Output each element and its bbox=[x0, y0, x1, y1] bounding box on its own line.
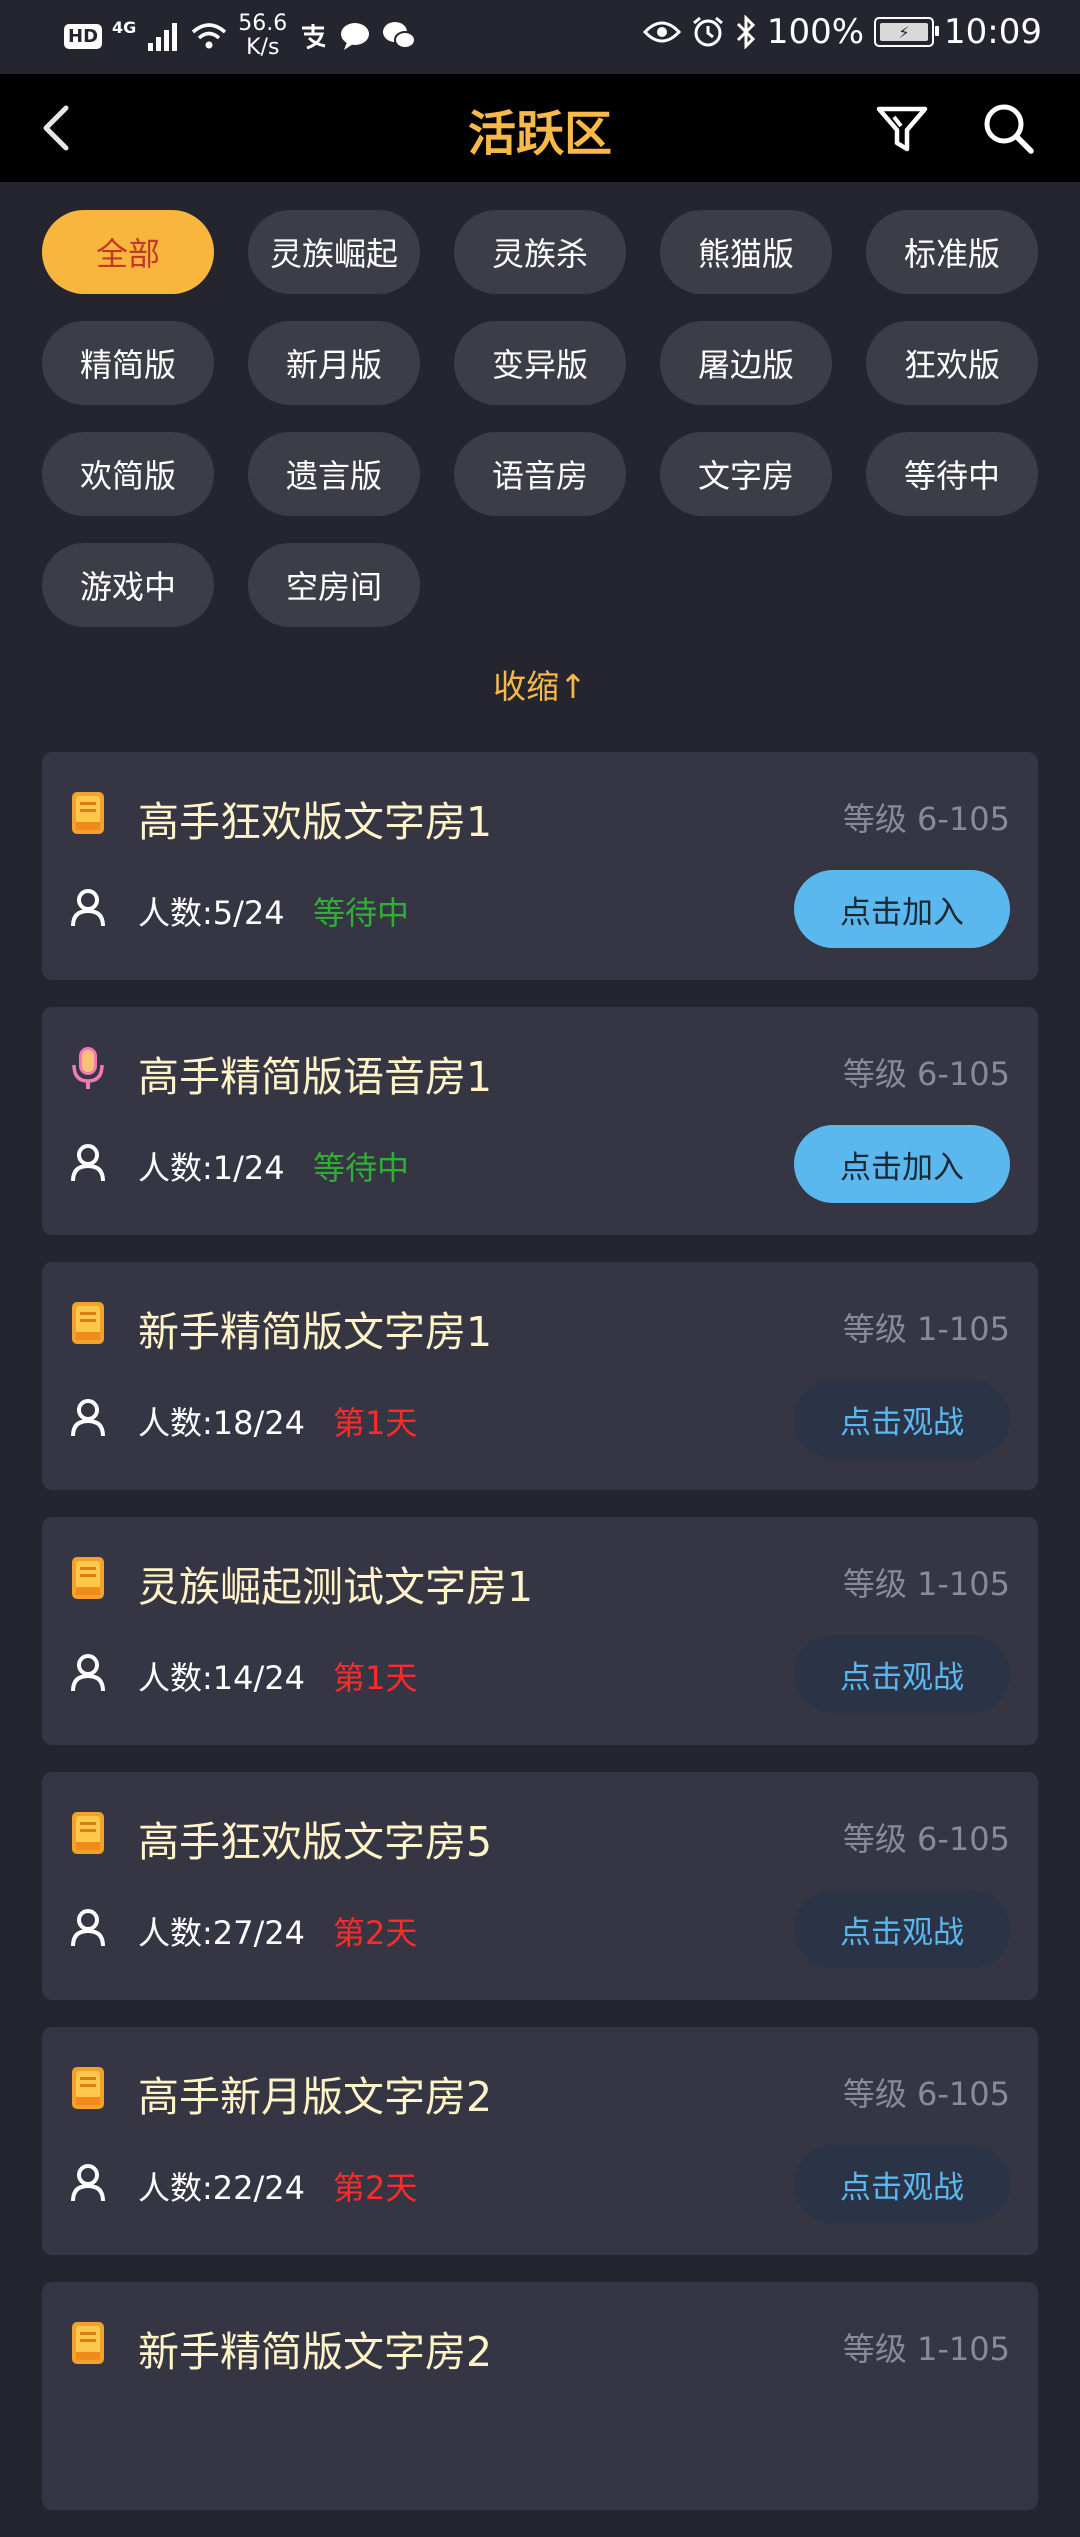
filter-chip[interactable]: 狂欢版 bbox=[866, 321, 1038, 405]
room-player-count: 人数:18/24 bbox=[138, 1404, 306, 1442]
room-title: 高手精简版语音房1 bbox=[138, 1053, 493, 1101]
room-player-count: 人数:14/24 bbox=[138, 1659, 306, 1697]
status-left: HD 4G 56.6 K/s bbox=[64, 12, 417, 60]
room-status: 第1天 bbox=[333, 1404, 418, 1442]
filter-chip[interactable]: 遗言版 bbox=[248, 432, 420, 516]
room-card[interactable]: 高手精简版语音房1 等级 6-105 人数:1/24 等待中 点击加入 bbox=[42, 1007, 1038, 1235]
room-level: 等级 6-105 bbox=[842, 1055, 1010, 1093]
room-title: 新手精简版文字房2 bbox=[138, 2328, 493, 2376]
text-room-icon bbox=[72, 2322, 104, 2364]
room-player-count: 人数:27/24 bbox=[138, 1914, 306, 1952]
user-icon bbox=[71, 889, 105, 927]
text-room-icon bbox=[72, 1302, 104, 1344]
room-player-count: 人数:1/24 bbox=[138, 1149, 285, 1187]
watch-room-button[interactable]: 点击观战 bbox=[794, 1635, 1010, 1713]
room-title: 新手精简版文字房1 bbox=[138, 1308, 493, 1356]
battery-icon: ⚡ bbox=[874, 17, 940, 47]
bluetooth-icon bbox=[736, 15, 755, 49]
room-player-count: 人数:22/24 bbox=[138, 2169, 306, 2207]
room-list: 高手狂欢版文字房1 等级 6-105 人数:5/24 等待中 点击加入 高手精简版语音房1… bbox=[42, 752, 1038, 2537]
search-icon[interactable] bbox=[980, 100, 1036, 156]
text-room-icon bbox=[72, 1812, 104, 1854]
filter-chip[interactable]: 屠边版 bbox=[660, 321, 832, 405]
room-status: 第2天 bbox=[333, 1914, 418, 1952]
filter-chip-grid: 全部 灵族崛起 灵族杀 熊猫版 标准版精简版 新月版 变异版 屠边版 狂欢版欢简版 遗言版 语音房文… bbox=[42, 210, 1042, 627]
room-level: 等级 1-105 bbox=[842, 2330, 1010, 2368]
filter-chip[interactable]: 灵族杀 bbox=[454, 210, 626, 294]
user-icon bbox=[71, 1654, 105, 1692]
room-player-count: 人数:5/24 bbox=[138, 894, 285, 932]
room-status: 等待中 bbox=[313, 894, 410, 932]
watch-room-button[interactable]: 点击观战 bbox=[794, 1380, 1010, 1458]
room-status: 等待中 bbox=[313, 1149, 410, 1187]
filter-chip[interactable]: 变异版 bbox=[454, 321, 626, 405]
user-icon bbox=[71, 1144, 105, 1182]
room-level: 等级 6-105 bbox=[842, 800, 1010, 838]
status-bar: HD 4G 56.6 K/s 100% ⚡ 10:09 bbox=[0, 0, 1080, 74]
wechat-icon bbox=[383, 22, 417, 49]
filter-chip[interactable]: 语音房 bbox=[454, 432, 626, 516]
room-card[interactable]: 高手狂欢版文字房1 等级 6-105 人数:5/24 等待中 点击加入 bbox=[42, 752, 1038, 980]
app-header: 活跃区 bbox=[0, 74, 1080, 182]
filter-chip[interactable]: 熊猫版 bbox=[660, 210, 832, 294]
join-room-button[interactable]: 点击加入 bbox=[794, 870, 1010, 948]
room-card[interactable]: 灵族崛起测试文字房1 等级 1-105 人数:14/24 第1天 点击观战 bbox=[42, 1517, 1038, 1745]
join-room-button[interactable]: 点击加入 bbox=[794, 1125, 1010, 1203]
watch-room-button[interactable]: 点击观战 bbox=[794, 2145, 1010, 2223]
room-card[interactable]: 高手新月版文字房2 等级 6-105 人数:22/24 第2天 点击观战 bbox=[42, 2027, 1038, 2255]
room-level: 等级 1-105 bbox=[842, 1310, 1010, 1348]
network-speed: 56.6 K/s bbox=[238, 12, 287, 60]
room-level: 等级 1-105 bbox=[842, 1565, 1010, 1603]
filter-chip[interactable]: 精简版 bbox=[42, 321, 214, 405]
room-title: 高手新月版文字房2 bbox=[138, 2073, 493, 2121]
filter-chip[interactable]: 新月版 bbox=[248, 321, 420, 405]
network-type: 4G bbox=[112, 17, 137, 37]
filter-chip[interactable]: 欢简版 bbox=[42, 432, 214, 516]
room-title: 灵族崛起测试文字房1 bbox=[138, 1563, 534, 1611]
clock: 10:09 bbox=[944, 12, 1042, 52]
filter-chip[interactable]: 全部 bbox=[42, 210, 214, 294]
room-card[interactable]: 高手狂欢版文字房5 等级 6-105 人数:27/24 第2天 点击观战 bbox=[42, 1772, 1038, 2000]
filter-chip[interactable]: 标准版 bbox=[866, 210, 1038, 294]
room-level: 等级 6-105 bbox=[842, 1820, 1010, 1858]
user-icon bbox=[71, 1909, 105, 1947]
collapse-filters-button[interactable]: 收缩↑ bbox=[0, 660, 1080, 708]
voice-room-icon bbox=[72, 1047, 104, 1089]
message-icon bbox=[341, 23, 370, 50]
alarm-icon bbox=[692, 16, 723, 47]
room-title: 高手狂欢版文字房1 bbox=[138, 798, 493, 846]
filter-chip[interactable]: 文字房 bbox=[660, 432, 832, 516]
filter-icon[interactable] bbox=[874, 100, 930, 156]
wifi-icon bbox=[192, 23, 227, 49]
filter-chip[interactable]: 灵族崛起 bbox=[248, 210, 420, 294]
text-room-icon bbox=[72, 1557, 104, 1599]
text-room-icon bbox=[72, 2067, 104, 2109]
battery-percent: 100% bbox=[766, 12, 865, 52]
watch-room-button[interactable]: 点击观战 bbox=[794, 1890, 1010, 1968]
status-right: 100% ⚡ 10:09 bbox=[642, 12, 1042, 52]
alipay-icon bbox=[302, 24, 326, 50]
room-status: 第1天 bbox=[333, 1659, 418, 1697]
room-level: 等级 6-105 bbox=[842, 2075, 1010, 2113]
speed-unit: K/s bbox=[246, 35, 280, 60]
user-icon bbox=[71, 2164, 105, 2202]
room-card[interactable]: 新手精简版文字房1 等级 1-105 人数:18/24 第1天 点击观战 bbox=[42, 1262, 1038, 1490]
text-room-icon bbox=[72, 792, 104, 834]
filter-chip[interactable]: 等待中 bbox=[866, 432, 1038, 516]
room-status: 第2天 bbox=[333, 2169, 418, 2207]
user-icon bbox=[71, 1399, 105, 1437]
signal-icon bbox=[148, 23, 178, 51]
room-card[interactable]: 新手精简版文字房2 等级 1-105 bbox=[42, 2282, 1038, 2510]
speed-value: 56.6 bbox=[238, 11, 288, 36]
filter-chip[interactable]: 空房间 bbox=[248, 543, 420, 627]
hd-indicator: HD bbox=[64, 23, 103, 49]
room-title: 高手狂欢版文字房5 bbox=[138, 1818, 493, 1866]
eye-icon bbox=[642, 21, 681, 43]
filter-chip[interactable]: 游戏中 bbox=[42, 543, 214, 627]
